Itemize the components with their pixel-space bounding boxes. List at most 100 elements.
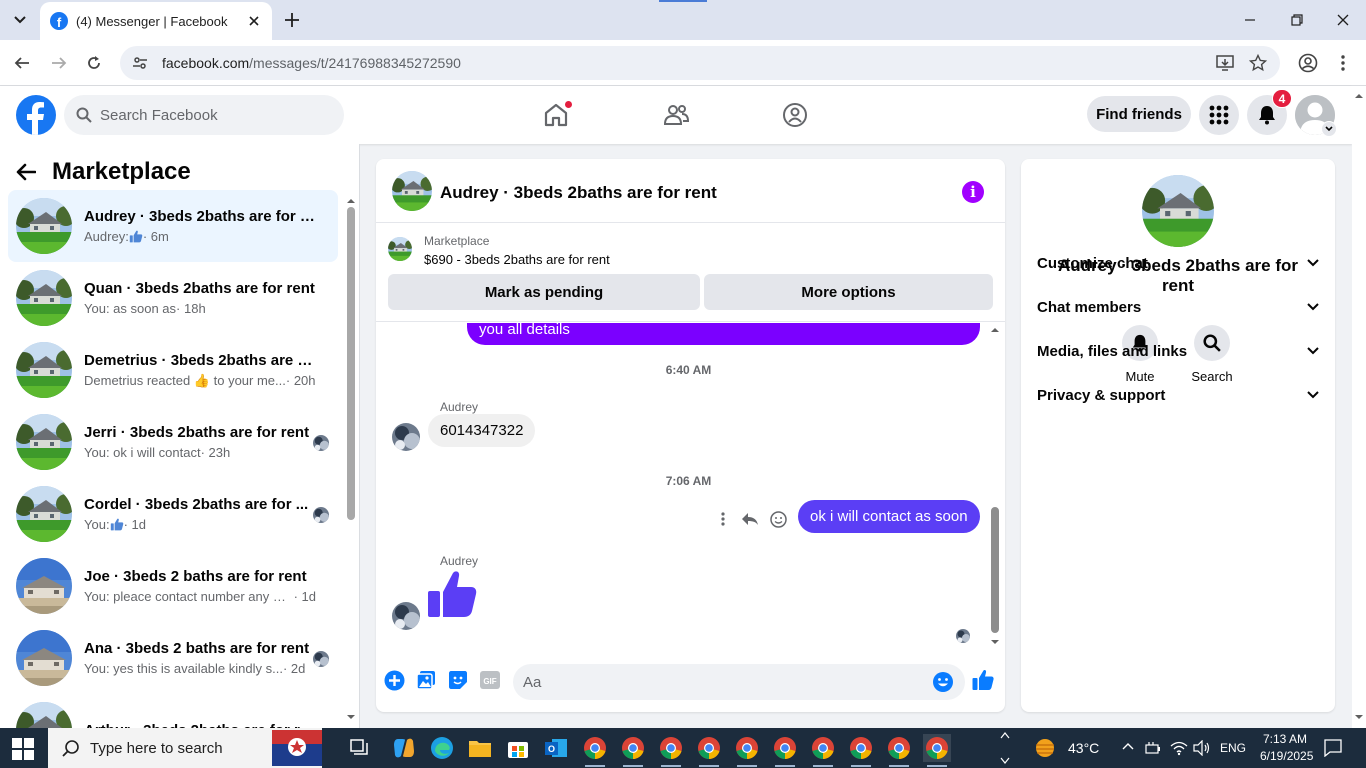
- weather-icon[interactable]: [1030, 734, 1060, 762]
- conversation-item[interactable]: Quan · 3beds 2baths are for rent You: as …: [8, 262, 338, 334]
- site-settings-icon[interactable]: [132, 55, 148, 71]
- conversation-item[interactable]: Demetrius · 3beds 2baths are fo... Demetr…: [8, 334, 338, 406]
- close-window-icon[interactable]: [1333, 10, 1353, 30]
- notification-center-icon[interactable]: [1324, 739, 1342, 757]
- edge-browser-icon[interactable]: [428, 734, 456, 762]
- sender-avatar[interactable]: [392, 602, 420, 630]
- language-indicator[interactable]: ENG: [1220, 741, 1246, 755]
- facebook-search-box[interactable]: [64, 95, 344, 135]
- outgoing-message[interactable]: ok i will contact as soon: [798, 500, 980, 533]
- outgoing-message[interactable]: you all details: [467, 323, 980, 345]
- clock-time[interactable]: 7:13 AM: [1263, 732, 1307, 746]
- sidebar-scrollbar[interactable]: [344, 194, 356, 724]
- tray-overflow-chevron-icon[interactable]: [1122, 742, 1134, 750]
- photo-icon[interactable]: [414, 668, 438, 692]
- browser-menu-icon[interactable]: [1340, 54, 1346, 72]
- chat-scrollbar[interactable]: [988, 323, 1002, 656]
- more-options-button[interactable]: More options: [704, 274, 993, 310]
- conversation-item[interactable]: Cordel · 3beds 2baths are for ... You: · …: [8, 478, 338, 550]
- message-input[interactable]: [523, 664, 923, 700]
- clock-date[interactable]: 6/19/2025: [1260, 749, 1313, 763]
- listing-thumbnail[interactable]: [388, 237, 412, 261]
- install-app-icon[interactable]: [1216, 54, 1234, 72]
- thumbs-up-sticker-icon[interactable]: [427, 569, 477, 621]
- search-highlight-icon[interactable]: [272, 730, 322, 766]
- message-more-icon[interactable]: [715, 511, 731, 527]
- scroll-down-icon[interactable]: [989, 639, 1001, 647]
- nav-groups[interactable]: [778, 98, 812, 132]
- scroll-up-icon[interactable]: [1353, 91, 1365, 99]
- chat-thumbnail[interactable]: [392, 171, 432, 211]
- details-avatar[interactable]: [1142, 175, 1214, 247]
- forward-arrow-icon[interactable]: [48, 52, 70, 74]
- chrome-window-icon[interactable]: [771, 734, 799, 767]
- menu-button[interactable]: [1199, 95, 1239, 135]
- incoming-message[interactable]: 6014347322: [428, 414, 536, 447]
- battery-plug-icon[interactable]: [1145, 740, 1161, 756]
- copilot-icon[interactable]: [390, 734, 418, 762]
- info-icon[interactable]: i: [962, 181, 984, 203]
- reload-icon[interactable]: [83, 52, 105, 74]
- task-view-icon[interactable]: [346, 734, 374, 762]
- account-caret-icon[interactable]: [1321, 121, 1337, 137]
- windows-start-icon[interactable]: [12, 738, 34, 760]
- facebook-logo-icon[interactable]: [16, 95, 56, 135]
- plus-circle-icon[interactable]: [382, 668, 406, 692]
- chrome-window-icon[interactable]: [657, 734, 685, 767]
- details-section-row[interactable]: Media, files and links: [1037, 339, 1319, 363]
- outlook-icon[interactable]: O: [542, 734, 570, 762]
- new-tab-plus-icon[interactable]: [282, 10, 302, 30]
- nav-home[interactable]: [539, 98, 573, 132]
- mark-as-pending-button[interactable]: Mark as pending: [388, 274, 700, 310]
- back-arrow-icon[interactable]: [16, 163, 36, 181]
- details-section-row[interactable]: Privacy & support: [1037, 383, 1319, 407]
- conversation-item[interactable]: Joe · 3beds 2 baths are for rent You: ple…: [8, 550, 338, 622]
- conversation-item[interactable]: Ana · 3beds 2 baths are for rent You: yes…: [8, 622, 338, 694]
- details-section-row[interactable]: Customize chat: [1037, 251, 1319, 275]
- browser-tab-active[interactable]: f (4) Messenger | Facebook: [40, 2, 272, 40]
- scroll-up-icon[interactable]: [345, 196, 357, 204]
- chrome-window-icon[interactable]: [923, 734, 951, 767]
- wifi-icon[interactable]: [1170, 740, 1188, 756]
- file-explorer-icon[interactable]: [466, 734, 494, 762]
- sender-avatar[interactable]: [392, 423, 420, 451]
- profile-icon[interactable]: [1298, 53, 1318, 73]
- chrome-window-icon[interactable]: [885, 734, 913, 767]
- page-scrollbar[interactable]: [1352, 86, 1366, 728]
- find-friends-button[interactable]: Find friends: [1087, 96, 1191, 132]
- thumbs-up-send-icon[interactable]: [971, 668, 995, 692]
- scroll-up-icon[interactable]: [989, 325, 1001, 333]
- chat-title[interactable]: Audrey · 3beds 2baths are for rent: [440, 183, 717, 203]
- chat-scroll-thumb[interactable]: [991, 507, 999, 633]
- conversation-item[interactable]: Jerri · 3beds 2baths are for rent You: ok…: [8, 406, 338, 478]
- chrome-window-icon[interactable]: [809, 734, 837, 767]
- taskbar-scroll[interactable]: [1000, 730, 1012, 766]
- minimize-icon[interactable]: [1240, 10, 1260, 30]
- react-emoji-icon[interactable]: [770, 511, 787, 528]
- bookmark-star-icon[interactable]: [1249, 54, 1267, 72]
- emoji-icon[interactable]: [932, 671, 954, 693]
- scroll-down-icon[interactable]: [1353, 714, 1365, 722]
- chrome-window-icon[interactable]: [847, 734, 875, 767]
- chrome-window-icon[interactable]: [619, 734, 647, 767]
- store-icon[interactable]: [504, 734, 532, 762]
- restore-icon[interactable]: [1287, 10, 1307, 30]
- message-input-box[interactable]: [513, 664, 965, 700]
- gif-icon[interactable]: GIF: [478, 668, 502, 692]
- scroll-down-icon[interactable]: [345, 714, 357, 722]
- facebook-search-input[interactable]: [100, 106, 320, 124]
- nav-friends[interactable]: [659, 98, 693, 132]
- conversation-item[interactable]: Audrey · 3beds 2baths are for rent Audrey…: [8, 190, 338, 262]
- taskbar-search-box[interactable]: Type here to search: [48, 728, 322, 768]
- volume-icon[interactable]: [1193, 740, 1211, 756]
- address-bar[interactable]: facebook.com/messages/t/2417698834527259…: [120, 46, 1280, 80]
- tab-search-button[interactable]: [8, 9, 32, 31]
- chrome-window-icon[interactable]: [733, 734, 761, 767]
- temperature-text[interactable]: 43°C: [1068, 740, 1099, 756]
- sticker-icon[interactable]: [446, 668, 470, 692]
- chrome-window-icon[interactable]: [695, 734, 723, 767]
- tab-close-icon[interactable]: [246, 13, 262, 29]
- chrome-window-icon[interactable]: [581, 734, 609, 767]
- sidebar-scroll-thumb[interactable]: [347, 207, 355, 520]
- details-section-row[interactable]: Chat members: [1037, 295, 1319, 319]
